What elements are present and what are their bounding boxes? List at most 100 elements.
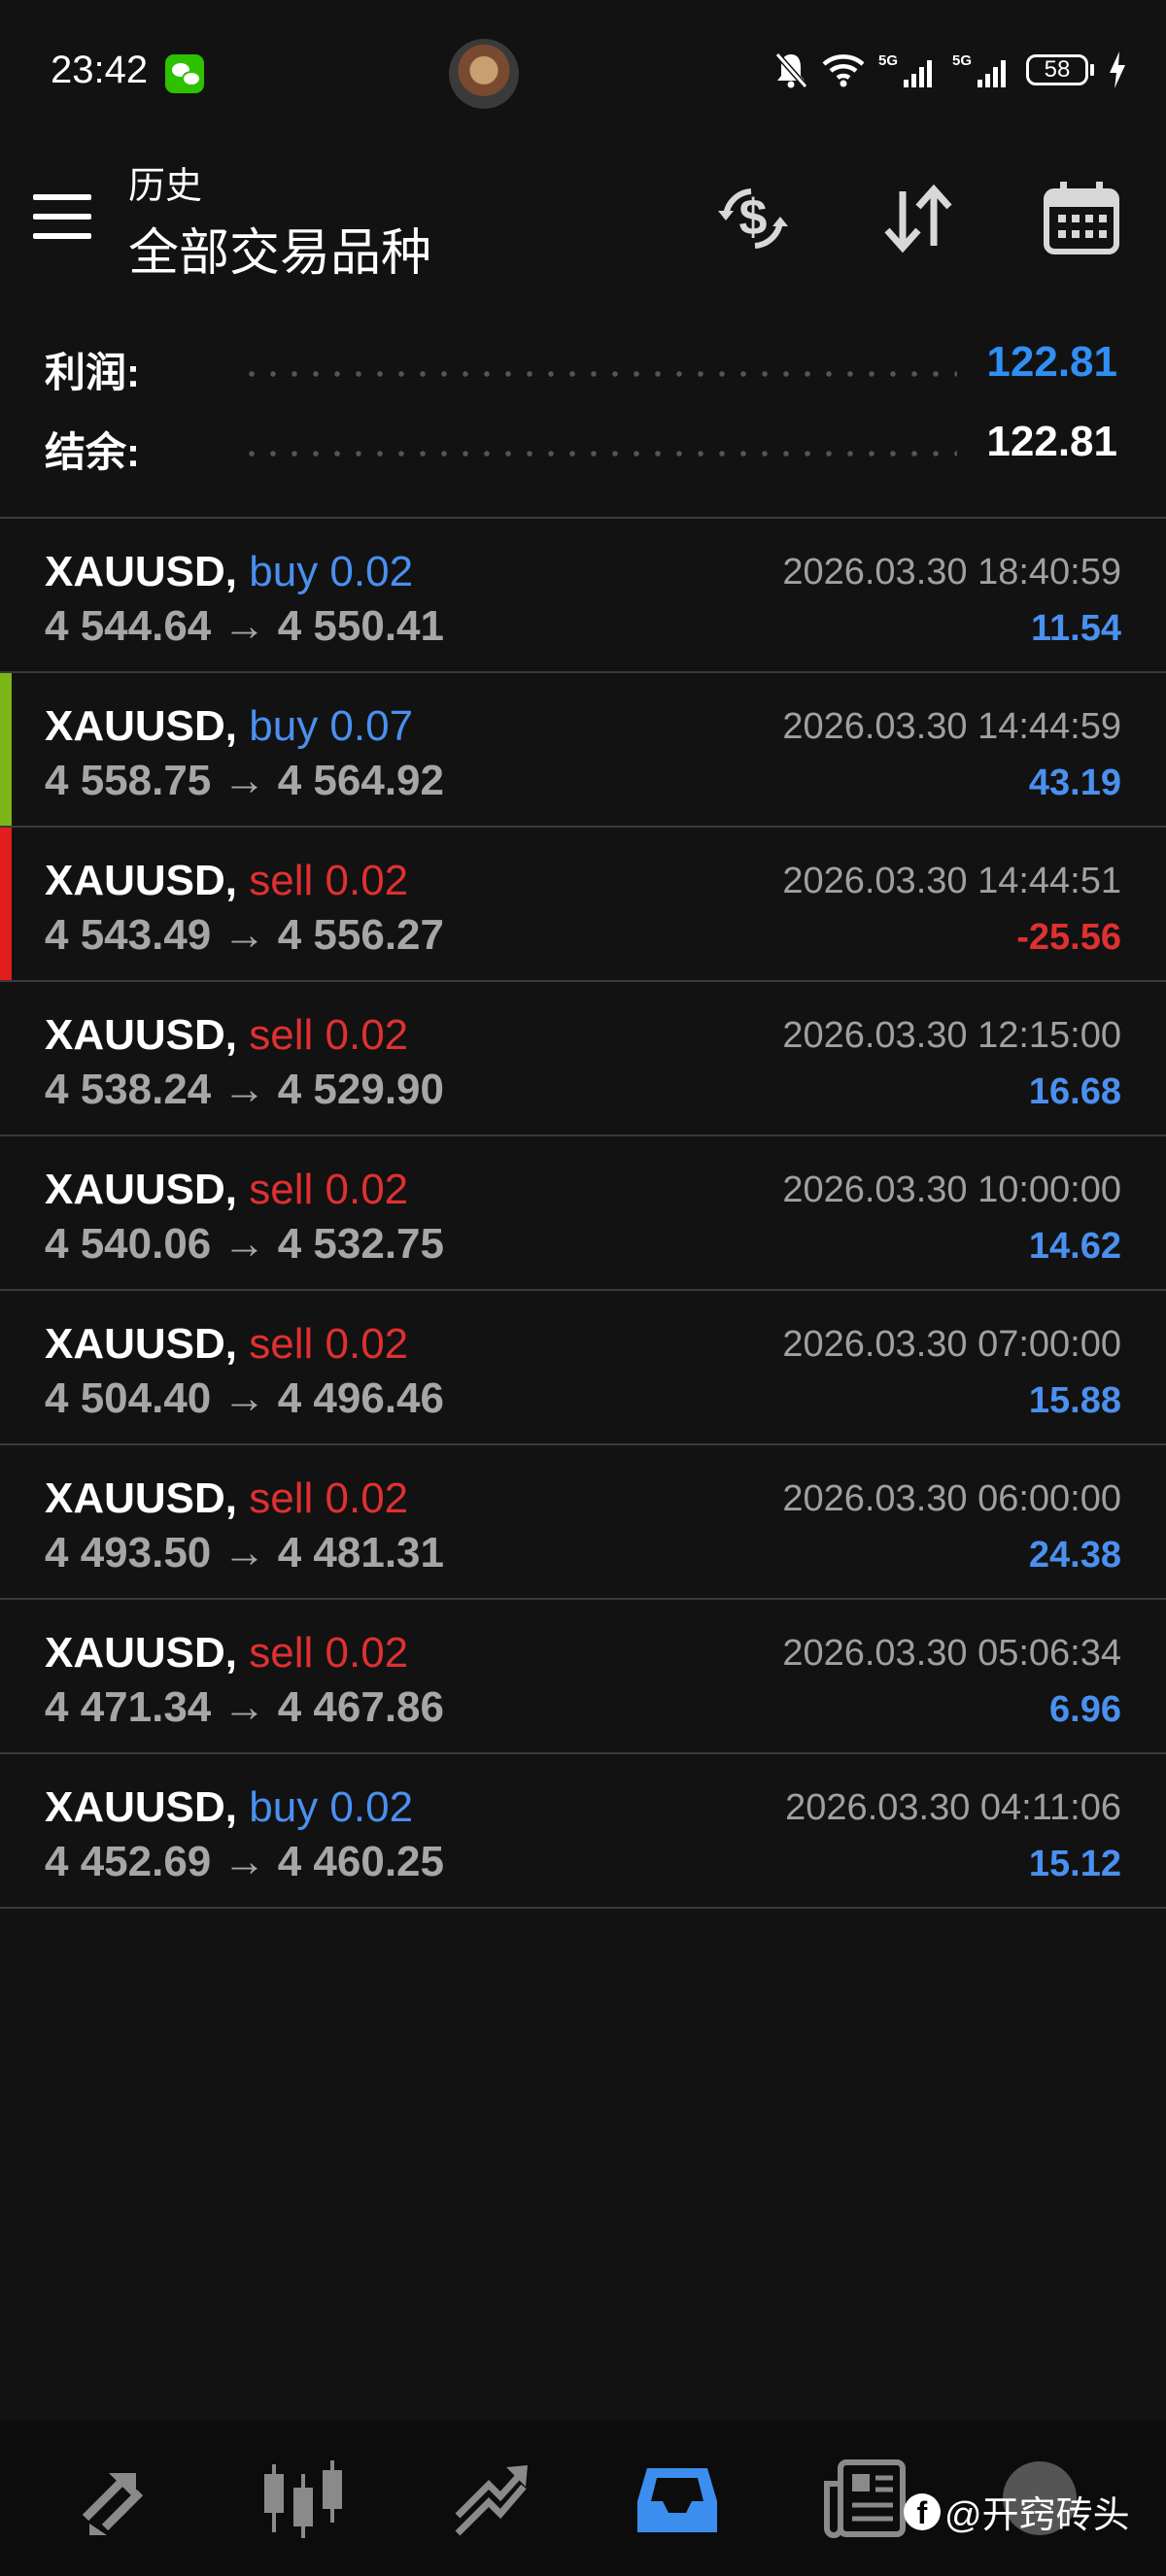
balance-value: 122.81 [986, 418, 1117, 465]
trade-side: buy 0.07 [249, 702, 414, 750]
balance-label: 结余: [45, 429, 140, 475]
trade-row[interactable]: XAUUSD, buy 0.02 4 544.64 → 4 550.41 2026.… [0, 519, 1166, 673]
nav-quotes[interactable] [68, 2450, 165, 2547]
system-icons: 5G 5G 58 [773, 49, 1127, 91]
wechat-icon [165, 54, 204, 93]
trade-symbol: XAUUSD, [45, 1011, 238, 1059]
sort-icon [884, 184, 952, 254]
profit-label: 利润: [45, 350, 140, 395]
trade-marker [0, 1136, 12, 1289]
quotes-icon [82, 2473, 144, 2535]
trade-profit: 43.19 [1028, 763, 1121, 803]
menu-button[interactable] [33, 194, 93, 243]
trade-marker [0, 519, 12, 671]
trade-time: 2026.03.30 14:44:51 [782, 861, 1121, 901]
trade-symbol: XAUUSD, [45, 1474, 238, 1522]
trade-symbol-line: XAUUSD, sell 0.02 [45, 1011, 408, 1060]
trade-side: buy 0.02 [249, 548, 414, 595]
nav-chart[interactable] [255, 2450, 352, 2547]
trade-row[interactable]: XAUUSD, sell 0.02 4 540.06 → 4 532.75 2026… [0, 1136, 1166, 1291]
trade-symbol: XAUUSD, [45, 1783, 238, 1831]
page-title[interactable]: 全部交易品种 [128, 212, 431, 285]
status-bar: 23:42 5G 5G 58 [0, 0, 1166, 146]
trade-time: 2026.03.30 10:00:00 [782, 1169, 1121, 1210]
trade-profit: 11.54 [1031, 608, 1121, 649]
calendar-icon [1044, 182, 1119, 254]
trade-prices: 4 543.49 → 4 556.27 [45, 911, 444, 959]
trade-marker [0, 828, 12, 980]
trade-row[interactable]: XAUUSD, sell 0.02 4 538.24 → 4 529.90 2026… [0, 982, 1166, 1136]
chart-icon [264, 2460, 342, 2538]
trade-time: 2026.03.30 06:00:00 [782, 1478, 1121, 1519]
mute-icon [774, 52, 808, 88]
trade-prices: 4 493.50 → 4 481.31 [45, 1529, 444, 1576]
trade-prices: 4 544.64 → 4 550.41 [45, 602, 444, 650]
page-subtitle: 历史 [128, 166, 203, 207]
trade-time: 2026.03.30 14:44:59 [782, 706, 1121, 747]
trade-marker [0, 1445, 12, 1598]
balance-leader-dots [241, 451, 957, 457]
trade-side: sell 0.02 [249, 1629, 409, 1677]
trade-side: buy 0.02 [249, 1783, 414, 1831]
trade-row[interactable]: XAUUSD, buy 0.07 4 558.75 → 4 564.92 2026.… [0, 673, 1166, 828]
battery-level: 58 [1026, 54, 1088, 85]
trade-profit: 16.68 [1028, 1071, 1121, 1112]
avatar [449, 39, 519, 109]
trade-row[interactable]: XAUUSD, sell 0.02 4 471.34 → 4 467.86 2026… [0, 1600, 1166, 1754]
trade-profit: -25.56 [1016, 917, 1121, 958]
trade-marker [0, 1600, 12, 1752]
trade-symbol-line: XAUUSD, sell 0.02 [45, 857, 408, 905]
trade-time: 2026.03.30 18:40:59 [782, 552, 1121, 593]
trade-symbol-line: XAUUSD, sell 0.02 [45, 1320, 408, 1369]
facebook-logo: f [904, 2492, 941, 2530]
trade-symbol: XAUUSD, [45, 548, 238, 595]
calendar-button[interactable] [1038, 175, 1125, 262]
nav-history[interactable] [629, 2450, 726, 2547]
signal-icon: 5G [878, 52, 932, 87]
trade-symbol: XAUUSD, [45, 857, 238, 904]
trade-prices: 4 540.06 → 4 532.75 [45, 1220, 444, 1268]
currency-exchange-button[interactable]: $ [709, 175, 797, 262]
trade-prices: 4 558.75 → 4 564.92 [45, 757, 444, 804]
sort-button[interactable] [874, 175, 962, 262]
profit-value: 122.81 [986, 338, 1117, 386]
trade-symbol-line: XAUUSD, sell 0.02 [45, 1166, 408, 1214]
currency-exchange-icon: $ [718, 188, 788, 249]
trade-symbol: XAUUSD, [45, 1629, 238, 1677]
signal-1-label: 5G [878, 52, 898, 69]
trade-side: sell 0.02 [249, 1166, 409, 1213]
status-time: 23:42 [51, 49, 149, 91]
battery-icon: 58 [1026, 54, 1094, 85]
trade-side: sell 0.02 [249, 1474, 409, 1522]
trade-profit: 14.62 [1028, 1226, 1121, 1267]
trade-marker [0, 1754, 12, 1907]
trade-side: sell 0.02 [249, 857, 409, 904]
trade-prices: 4 504.40 → 4 496.46 [45, 1374, 444, 1422]
watermark: f @开窍砖头 [904, 2485, 1130, 2538]
signal-icon: 5G [952, 52, 1006, 87]
trade-row[interactable]: XAUUSD, sell 0.02 4 493.50 → 4 481.31 2026… [0, 1445, 1166, 1600]
trade-marker [0, 1291, 12, 1443]
balance-row: 结余: 122.81 [0, 410, 1166, 490]
trade-marker [0, 673, 12, 826]
trade-profit: 15.12 [1028, 1844, 1121, 1884]
news-icon [824, 2459, 906, 2538]
trade-time: 2026.03.30 07:00:00 [782, 1324, 1121, 1365]
trade-row[interactable]: XAUUSD, buy 0.02 4 452.69 → 4 460.25 2026.… [0, 1754, 1166, 1909]
trade-symbol: XAUUSD, [45, 1166, 238, 1213]
trade-prices: 4 538.24 → 4 529.90 [45, 1066, 444, 1113]
history-icon [637, 2468, 717, 2532]
trade-row[interactable]: XAUUSD, sell 0.02 4 504.40 → 4 496.46 2026… [0, 1291, 1166, 1445]
trade-symbol-line: XAUUSD, buy 0.07 [45, 702, 413, 751]
trade-row[interactable]: XAUUSD, sell 0.02 4 543.49 → 4 556.27 2026… [0, 828, 1166, 982]
trade-time: 2026.03.30 12:15:00 [782, 1015, 1121, 1056]
trade-history-list: XAUUSD, buy 0.02 4 544.64 → 4 550.41 2026.… [0, 517, 1166, 1909]
profit-leader-dots [241, 371, 957, 377]
trade-symbol: XAUUSD, [45, 1320, 238, 1368]
nav-news[interactable] [816, 2450, 913, 2547]
toolbar: 历史 全部交易品种 $ [0, 146, 1166, 301]
trade-symbol-line: XAUUSD, sell 0.02 [45, 1474, 408, 1523]
trade-side: sell 0.02 [249, 1320, 409, 1368]
trade-symbol-line: XAUUSD, buy 0.02 [45, 548, 413, 596]
nav-trade[interactable] [442, 2450, 539, 2547]
